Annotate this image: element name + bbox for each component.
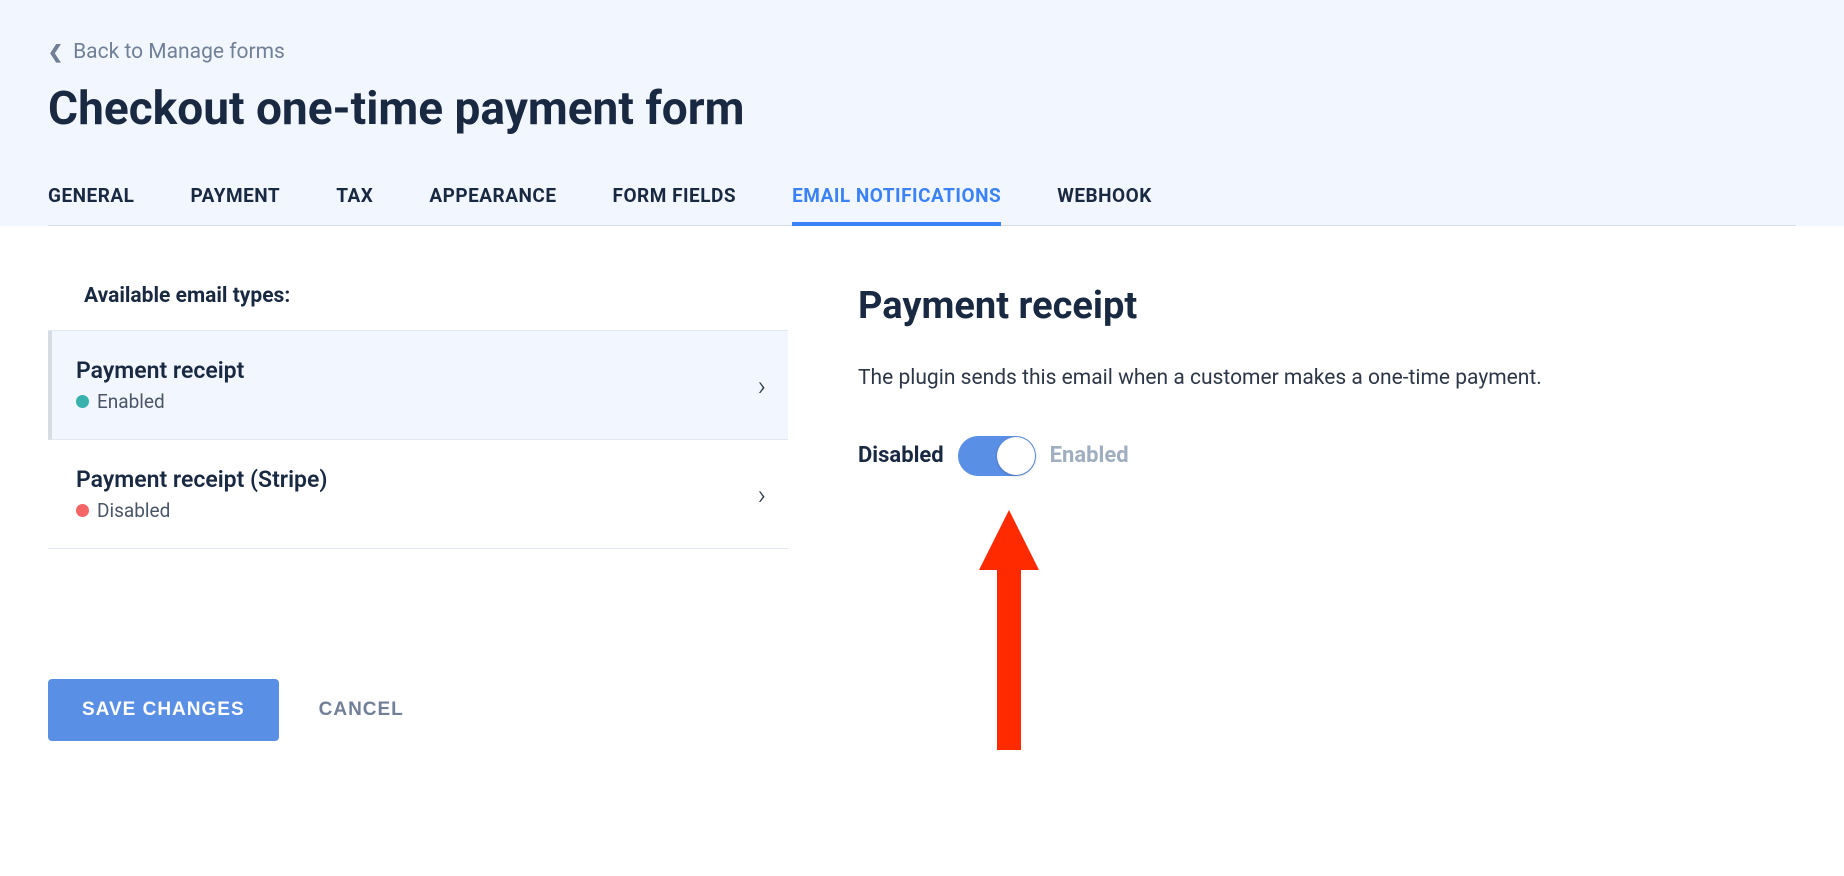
email-type-item-payment-receipt-stripe[interactable]: Payment receipt (Stripe) Disabled ›: [48, 440, 788, 549]
tab-email-notifications[interactable]: EMAIL NOTIFICATIONS: [792, 184, 1001, 225]
back-link-label: Back to Manage forms: [73, 40, 285, 64]
email-type-status: Disabled: [76, 499, 327, 522]
chevron-right-icon: ›: [758, 478, 766, 511]
tab-tax[interactable]: TAX: [336, 184, 373, 225]
toggle-label-enabled: Enabled: [1050, 443, 1129, 468]
detail-description: The plugin sends this email when a custo…: [858, 362, 1796, 396]
save-button[interactable]: SAVE CHANGES: [48, 679, 279, 741]
email-type-title: Payment receipt (Stripe): [76, 466, 327, 493]
email-type-status: Enabled: [76, 390, 244, 413]
enable-toggle-row: Disabled Enabled: [858, 436, 1796, 476]
status-dot-icon: [76, 504, 89, 517]
toggle-label-disabled: Disabled: [858, 443, 944, 468]
chevron-right-icon: ›: [758, 369, 766, 402]
page-title: Checkout one-time payment form: [48, 82, 1796, 136]
enable-toggle[interactable]: [958, 436, 1036, 476]
email-type-list: Payment receipt Enabled › Payment receip…: [48, 330, 788, 549]
section-label: Available email types:: [84, 284, 788, 308]
tab-general[interactable]: GENERAL: [48, 184, 134, 225]
detail-title: Payment receipt: [858, 284, 1796, 328]
status-dot-icon: [76, 395, 89, 408]
tabs: GENERAL PAYMENT TAX APPEARANCE FORM FIEL…: [48, 184, 1796, 226]
chevron-left-icon: ❮: [48, 42, 63, 63]
email-type-status-label: Enabled: [97, 390, 165, 413]
tab-payment[interactable]: PAYMENT: [190, 184, 280, 225]
tab-form-fields[interactable]: FORM FIELDS: [613, 184, 737, 225]
tab-appearance[interactable]: APPEARANCE: [429, 184, 556, 225]
cancel-button[interactable]: CANCEL: [319, 699, 404, 721]
back-link[interactable]: ❮ Back to Manage forms: [48, 40, 285, 64]
email-type-item-payment-receipt[interactable]: Payment receipt Enabled ›: [48, 331, 788, 440]
tab-webhook[interactable]: WEBHOOK: [1057, 184, 1152, 225]
email-type-status-label: Disabled: [97, 499, 170, 522]
toggle-knob-icon: [997, 437, 1035, 475]
email-type-title: Payment receipt: [76, 357, 244, 384]
